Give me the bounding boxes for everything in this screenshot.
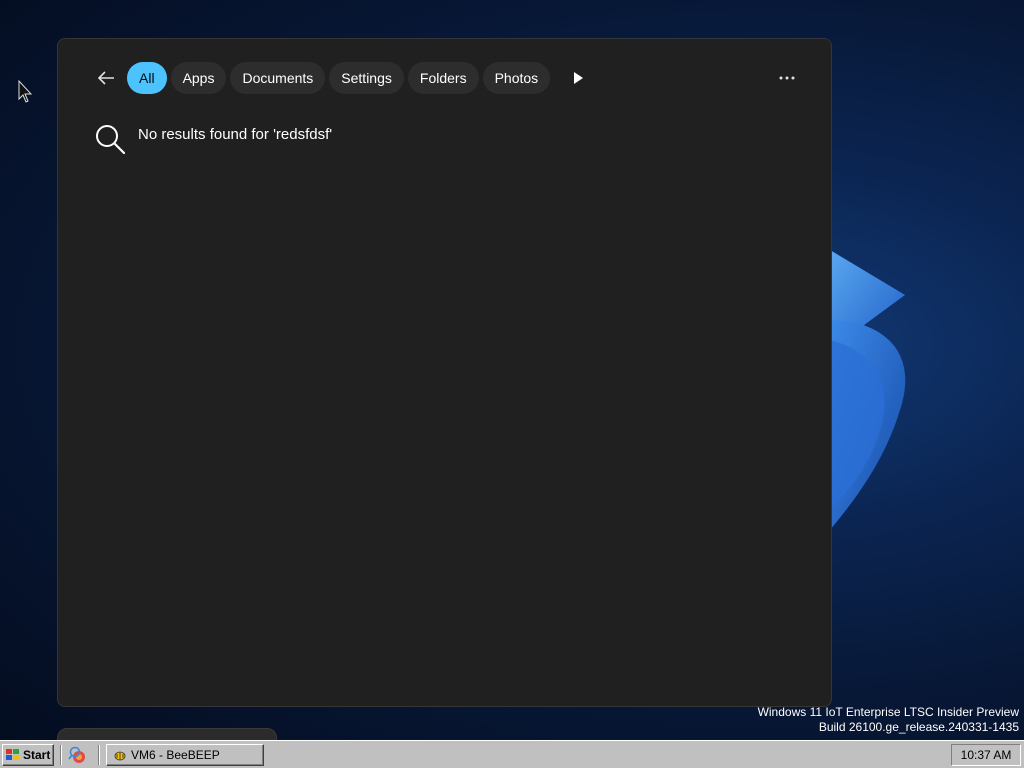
search-panel: All Apps Documents Settings Folders Phot…	[57, 38, 832, 707]
taskbar-button-label: VM6 - BeeBEEP	[131, 748, 220, 762]
filter-apps[interactable]: Apps	[170, 62, 227, 94]
more-options-button[interactable]	[771, 66, 803, 90]
back-arrow-icon	[97, 71, 114, 85]
taskbar-separator	[98, 745, 100, 765]
no-results-message: No results found for 'redsfdsf'	[138, 126, 333, 143]
quick-launch-icon[interactable]	[68, 746, 88, 764]
no-results: No results found for 'redsfdsf'	[94, 123, 332, 155]
os-watermark: Windows 11 IoT Enterprise LTSC Insider P…	[758, 705, 1019, 735]
beebeep-icon	[114, 751, 126, 761]
start-label: Start	[23, 748, 51, 762]
back-button[interactable]	[90, 62, 122, 94]
more-filters-button[interactable]	[564, 62, 592, 94]
mouse-cursor-icon	[18, 80, 33, 103]
watermark-line-2: Build 26100.ge_release.240331-1435	[818, 720, 1019, 734]
more-icon	[779, 76, 795, 80]
taskbar-separator	[60, 745, 62, 765]
search-icon	[96, 125, 126, 155]
filter-photos[interactable]: Photos	[482, 62, 551, 94]
filter-bar: All Apps Documents Settings Folders Phot…	[90, 62, 592, 94]
taskbar-button-beebeep[interactable]: VM6 - BeeBEEP	[106, 744, 264, 766]
filter-folders[interactable]: Folders	[407, 62, 479, 94]
filter-documents[interactable]: Documents	[230, 62, 326, 94]
start-button[interactable]: Start	[2, 744, 54, 766]
play-icon	[574, 72, 584, 84]
watermark-line-1: Windows 11 IoT Enterprise LTSC Insider P…	[757, 705, 1019, 719]
filter-all[interactable]: All	[127, 62, 167, 94]
taskbar: Start VM6 - BeeBEEP 10:37 AM	[0, 740, 1024, 768]
system-clock[interactable]: 10:37 AM	[951, 744, 1021, 766]
windows-logo-icon	[6, 749, 19, 760]
filter-settings[interactable]: Settings	[329, 62, 404, 94]
